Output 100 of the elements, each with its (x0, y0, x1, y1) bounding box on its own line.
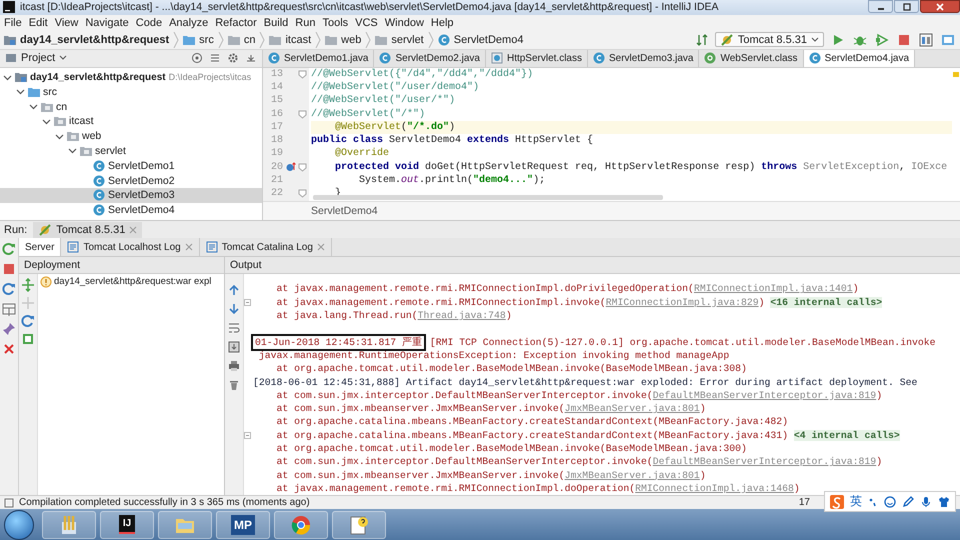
editor-tab[interactable]: WebServlet.class (699, 50, 804, 67)
horizontal-scrollbar[interactable] (313, 194, 663, 200)
breadcrumb-item[interactable]: cn (244, 34, 256, 46)
settings-icon[interactable] (227, 52, 239, 64)
maximize-button[interactable] (894, 0, 919, 13)
structure-button[interactable] (918, 32, 934, 48)
run-tab[interactable]: Tomcat 8.5.31 (33, 222, 142, 238)
menu-item[interactable]: Code (136, 16, 162, 29)
editor-tab[interactable]: ServletDemo1.java (263, 50, 374, 67)
cursor-position[interactable]: 17 (798, 497, 810, 508)
menu-item[interactable]: Tools (322, 16, 348, 29)
taskbar-app[interactable] (42, 510, 96, 539)
input-mode[interactable]: 英 (850, 493, 862, 510)
tree-item[interactable]: servlet (0, 144, 262, 158)
stop-icon[interactable] (2, 262, 16, 276)
down-arrow-icon[interactable] (228, 303, 240, 316)
microphone-icon[interactable] (920, 496, 932, 508)
start-button[interactable] (4, 510, 34, 540)
coverage-button[interactable] (874, 32, 890, 48)
breadcrumb-item[interactable]: itcast (285, 34, 312, 46)
run-panel-tab[interactable]: Server (19, 238, 62, 256)
sort-icon[interactable] (694, 32, 709, 47)
lines-icon[interactable] (209, 52, 221, 64)
internal-calls-fold[interactable]: <16 internal calls> (770, 296, 882, 308)
fold-marker-icon[interactable] (298, 70, 306, 79)
taskbar-app[interactable] (274, 510, 328, 539)
close-icon[interactable] (129, 226, 138, 234)
breadcrumb-item[interactable]: web (341, 34, 362, 46)
tree-item[interactable]: web (0, 128, 262, 144)
refresh-icon[interactable] (21, 314, 35, 328)
minimize-button[interactable] (868, 0, 893, 13)
status-icon[interactable] (4, 498, 14, 508)
hide-icon[interactable] (245, 52, 257, 64)
punctuation-icon[interactable] (868, 496, 878, 507)
breadcrumb-item[interactable]: day14_servlet&http&request (20, 34, 170, 46)
tree-item[interactable]: day14_servlet&http&request D:\IdeaProjects\itcas (0, 70, 262, 84)
editor-tab[interactable]: ServletDemo2.java (374, 50, 486, 67)
internal-calls-fold[interactable]: <4 internal calls> (794, 430, 900, 441)
editor-breadcrumb[interactable]: ServletDemo4 (263, 200, 960, 220)
layout-icon[interactable] (2, 302, 16, 316)
override-marker-icon[interactable] (286, 162, 296, 172)
menu-item[interactable]: File (4, 16, 22, 29)
tree-item[interactable]: ServletDemo2 (0, 173, 262, 188)
editor-tab[interactable]: ServletDemo3.java (588, 50, 700, 67)
editor-tab[interactable]: ServletDemo4.java (804, 50, 916, 67)
fold-marker-icon[interactable] (298, 189, 306, 198)
tree-item[interactable]: ServletDemo1 (0, 158, 262, 174)
breadcrumb-item[interactable]: ServletDemo4 (454, 34, 524, 46)
menu-item[interactable]: Run (295, 16, 316, 29)
tree-item[interactable]: cn (0, 99, 262, 114)
deployment-item[interactable]: day14_servlet&http&request:war expl (38, 274, 224, 290)
menu-item[interactable]: Analyze (169, 16, 208, 29)
run-panel-tab[interactable]: Tomcat Localhost Log (61, 238, 200, 256)
pen-icon[interactable] (902, 496, 914, 508)
tree-item[interactable]: itcast (0, 114, 262, 129)
target-icon[interactable] (191, 52, 203, 64)
taskbar-app[interactable]: MP (216, 510, 270, 539)
trash-icon[interactable] (228, 379, 240, 392)
menu-item[interactable]: VCS (355, 16, 378, 29)
breadcrumb-item[interactable]: src (199, 34, 214, 46)
rerun-icon[interactable] (2, 242, 16, 256)
input-method-logo-icon[interactable] (830, 494, 844, 509)
tree-item[interactable]: ServletDemo4 (0, 202, 262, 218)
close-icon[interactable] (316, 243, 325, 252)
warning-stripe-marker[interactable] (953, 72, 959, 77)
editor-tab[interactable]: HttpServlet.class (486, 50, 588, 67)
menu-item[interactable]: Refactor (215, 16, 257, 29)
run-panel-tab[interactable]: Tomcat Catalina Log (200, 238, 332, 256)
menu-item[interactable]: Build (264, 16, 288, 29)
fold-marker-icon[interactable] (298, 110, 306, 119)
soft-wrap-icon[interactable] (228, 322, 240, 334)
project-view-dropdown[interactable]: Project (5, 52, 68, 64)
close-icon[interactable] (184, 243, 193, 252)
update-icon[interactable] (2, 282, 16, 296)
scroll-to-end-icon[interactable] (228, 341, 240, 354)
deploy-icon[interactable] (21, 278, 35, 292)
taskbar-app[interactable] (158, 510, 212, 539)
taskbar-app[interactable]: IJ (100, 510, 154, 539)
menu-item[interactable]: Window (384, 16, 424, 29)
code-line: protected void doGet(HttpServletRequest req, HttpServletResponse resp) throws ServletException, IOExce (334, 160, 948, 174)
shirt-icon[interactable] (938, 496, 950, 508)
menu-item[interactable]: Navigate (85, 16, 129, 29)
fold-marker-icon[interactable] (244, 298, 251, 306)
print-icon[interactable] (228, 360, 240, 372)
menu-item[interactable]: View (54, 16, 78, 29)
artifact-icon[interactable] (21, 332, 35, 346)
menu-item[interactable]: Help (430, 16, 454, 29)
taskbar-app[interactable] (332, 510, 386, 539)
menu-item[interactable]: Edit (28, 16, 48, 29)
fold-marker-icon[interactable] (298, 162, 306, 172)
fold-marker-icon[interactable] (244, 432, 251, 439)
emoji-icon[interactable] (884, 496, 896, 508)
close-icon[interactable] (2, 342, 16, 356)
run-configuration-dropdown[interactable]: Tomcat 8.5.31 (714, 32, 824, 48)
breadcrumb-item[interactable]: servlet (391, 34, 424, 46)
tree-item[interactable]: src (0, 84, 262, 100)
up-arrow-icon[interactable] (228, 284, 240, 296)
tree-item[interactable]: ServletDemo3 (0, 188, 262, 203)
pin-icon[interactable] (2, 322, 16, 336)
close-button[interactable] (920, 0, 960, 13)
